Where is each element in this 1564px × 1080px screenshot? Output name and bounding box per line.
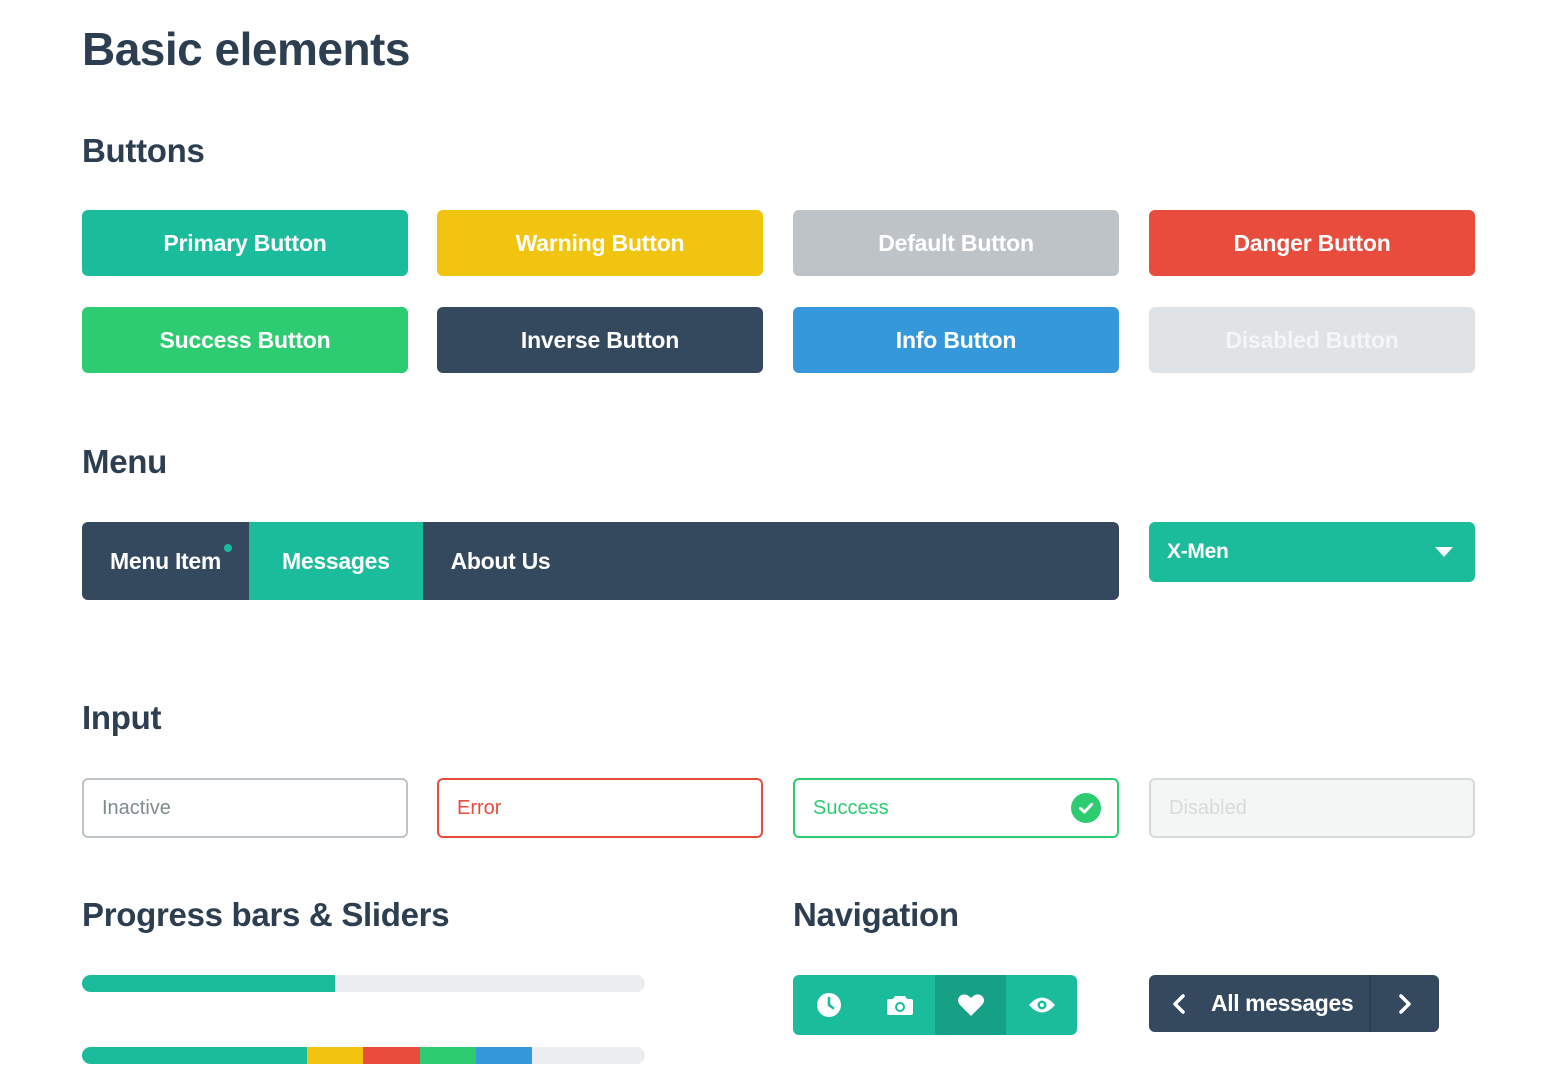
inactive-input[interactable] (82, 778, 408, 838)
heart-button[interactable] (935, 975, 1006, 1035)
clock-button[interactable] (793, 975, 864, 1035)
progress-segment (419, 1047, 477, 1064)
warning-button[interactable]: Warning Button (437, 210, 763, 276)
camera-button[interactable] (864, 975, 935, 1035)
eye-icon (1028, 997, 1055, 1013)
page-title: Basic elements (82, 23, 410, 75)
select-value: X-Men (1167, 540, 1229, 563)
section-title-buttons: Buttons (82, 132, 205, 169)
menu-bar: Menu Item Messages About Us (82, 522, 1119, 600)
eye-button[interactable] (1006, 975, 1077, 1035)
disabled-button: Disabled Button (1149, 307, 1475, 373)
section-title-menu: Menu (82, 443, 167, 480)
section-title-navigation: Navigation (793, 896, 959, 933)
progress-fill (82, 975, 336, 992)
menu-item-label: Messages (282, 547, 390, 574)
check-circle-icon (1071, 793, 1101, 823)
primary-button[interactable]: Primary Button (82, 210, 408, 276)
notification-dot (224, 544, 233, 552)
heart-icon (957, 994, 984, 1016)
menu-item-label: Menu Item (110, 547, 222, 574)
chevron-right-icon (1399, 993, 1411, 1014)
progress-bar (82, 975, 645, 992)
pager: All messages (1149, 975, 1439, 1032)
multi-progress-bar (82, 1047, 645, 1064)
success-button[interactable]: Success Button (82, 307, 408, 373)
disabled-input (1149, 778, 1475, 838)
error-input[interactable] (437, 778, 763, 838)
all-messages-link[interactable]: All messages (1209, 975, 1369, 1032)
default-button[interactable]: Default Button (793, 210, 1119, 276)
progress-segment (307, 1047, 364, 1064)
menu-item-label: About Us (450, 547, 551, 574)
camera-icon (886, 996, 913, 1015)
menu-item-menu-item[interactable]: Menu Item (82, 522, 249, 600)
inverse-button[interactable]: Inverse Button (437, 307, 763, 373)
info-button[interactable]: Info Button (793, 307, 1119, 373)
section-title-progress: Progress bars & Sliders (82, 896, 450, 933)
previous-button[interactable] (1149, 975, 1209, 1032)
progress-segment (476, 1047, 533, 1064)
next-button[interactable] (1369, 975, 1439, 1032)
clock-icon (816, 993, 841, 1017)
icon-button-group (793, 975, 1077, 1035)
menu-item-about-us[interactable]: About Us (423, 522, 579, 600)
progress-segment (363, 1047, 420, 1064)
section-title-input: Input (82, 699, 162, 736)
chevron-left-icon (1173, 993, 1185, 1014)
caret-down-icon (1435, 547, 1453, 557)
menu-item-messages[interactable]: Messages (249, 522, 423, 600)
progress-segment (82, 1047, 308, 1064)
danger-button[interactable]: Danger Button (1149, 210, 1475, 276)
x-men-select[interactable]: X-Men (1149, 522, 1475, 582)
